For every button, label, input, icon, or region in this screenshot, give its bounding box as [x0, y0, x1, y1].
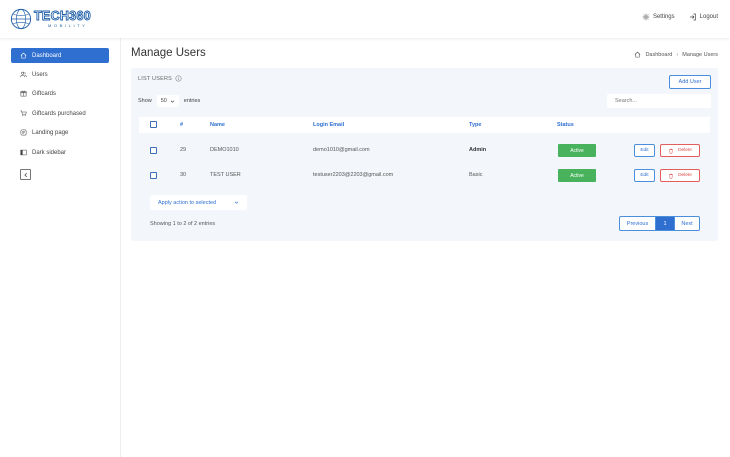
sidebar-item-giftcards[interactable]: Giftcards — [11, 86, 109, 101]
breadcrumb-current: Manage Users — [682, 51, 718, 58]
status-badge: Active — [558, 169, 596, 182]
brand-tagline: MOBILITY — [48, 22, 88, 28]
sidebar-item-label: Landing page — [32, 129, 69, 136]
search-input[interactable] — [607, 94, 711, 108]
add-user-button[interactable]: Add User — [669, 75, 711, 89]
page-title: Manage Users — [131, 47, 206, 59]
collapse-sidebar-button[interactable] — [20, 169, 31, 180]
card-title: LIST USERS — [138, 75, 182, 82]
row-type: Basic — [469, 172, 483, 178]
column-header-name[interactable]: Name — [210, 122, 225, 128]
info-icon[interactable] — [175, 75, 182, 82]
sidebar-item-label: Giftcards — [32, 90, 57, 97]
page-1-button[interactable]: 1 — [656, 216, 674, 231]
table-header: # Name Login Email Type Status — [139, 117, 710, 133]
row-name: TEST USER — [210, 172, 241, 178]
column-header-type[interactable]: Type — [469, 122, 481, 128]
status-badge: Active — [558, 144, 596, 157]
sidebar-item-dark-sidebar[interactable]: Dark sidebar — [11, 145, 109, 160]
chevron-down-icon — [234, 201, 239, 204]
entries-label: entries — [183, 98, 201, 104]
home-icon — [635, 51, 641, 58]
table-row: 30 TEST USER testuser2203@2203@gmail.com… — [139, 164, 710, 186]
delete-label: Delete — [678, 173, 692, 178]
select-all-checkbox[interactable] — [150, 121, 157, 128]
sidebar-item-label: Users — [32, 71, 48, 78]
sidebar-item-label: Giftcards purchased — [32, 110, 86, 117]
delete-button[interactable]: Delete — [660, 169, 700, 182]
sidebar-item-giftcards-purchased[interactable]: Giftcards purchased — [11, 106, 109, 121]
page-icon — [20, 129, 27, 136]
users-icon — [20, 71, 27, 78]
sidebar-item-dashboard[interactable]: Dashboard — [11, 48, 109, 63]
top-header: TECH360 MOBILITY Settings Logout — [0, 0, 730, 38]
row-email: demo1010@gmail.com — [313, 147, 370, 153]
logout-icon — [689, 13, 696, 21]
row-id: 29 — [180, 147, 187, 153]
row-name: DEMO1010 — [210, 147, 239, 153]
previous-page-button[interactable]: Previous — [619, 216, 656, 231]
page-length-select[interactable]: 50 — [156, 95, 179, 107]
show-label: Show — [138, 98, 152, 104]
row-checkbox[interactable] — [150, 172, 157, 179]
logout-link[interactable]: Logout — [689, 13, 718, 21]
delete-button[interactable]: Delete — [660, 144, 700, 157]
gift-icon — [20, 90, 27, 97]
brand-name: TECH360 — [34, 9, 92, 24]
cart-icon — [20, 110, 27, 117]
bulk-action-select[interactable]: Apply action to selected — [150, 195, 247, 210]
home-icon — [20, 52, 27, 59]
page-length-control: Show 50 entries — [138, 94, 200, 108]
pagination: Previous 1 Next — [619, 216, 700, 231]
brand-logo[interactable]: TECH360 MOBILITY — [10, 7, 91, 31]
breadcrumb: Dashboard › Manage Users — [634, 51, 718, 58]
next-page-button[interactable]: Next — [674, 216, 700, 231]
sidebar: Dashboard Users Giftcards Giftcards purc… — [0, 38, 121, 457]
sidebar-item-label: Dashboard — [32, 52, 62, 59]
breadcrumb-separator: › — [676, 51, 679, 58]
row-checkbox[interactable] — [150, 147, 157, 154]
sidebar-icon — [20, 149, 27, 156]
chevron-left-icon — [23, 172, 27, 177]
column-header-email[interactable]: Login Email — [313, 122, 344, 128]
trash-icon — [669, 148, 673, 153]
column-header-id[interactable]: # — [180, 122, 183, 128]
table-row: 29 DEMO1010 demo1010@gmail.com Admin Act… — [139, 139, 710, 161]
sidebar-item-users[interactable]: Users — [11, 67, 109, 82]
edit-button[interactable]: Edit — [634, 169, 655, 182]
chevron-down-icon — [170, 100, 175, 103]
row-type: Admin — [469, 147, 487, 153]
row-id: 30 — [180, 172, 187, 178]
card-title-text: LIST USERS — [138, 75, 172, 82]
edit-button[interactable]: Edit — [634, 144, 655, 157]
trash-icon — [669, 173, 673, 178]
column-header-status[interactable]: Status — [557, 122, 574, 128]
breadcrumb-dashboard[interactable]: Dashboard — [645, 52, 672, 58]
sidebar-item-landing-page[interactable]: Landing page — [11, 125, 109, 140]
bulk-action-label: Apply action to selected — [158, 199, 217, 206]
row-email: testuser2203@2203@gmail.com — [313, 172, 394, 178]
page-length-value: 50 — [160, 98, 167, 104]
logout-label: Logout — [699, 14, 718, 20]
sidebar-item-label: Dark sidebar — [32, 149, 67, 156]
settings-link[interactable]: Settings — [642, 13, 675, 21]
main-content: Manage Users Dashboard › Manage Users LI… — [121, 38, 730, 457]
table-info: Showing 1 to 2 of 2 entries — [150, 221, 216, 227]
settings-label: Settings — [652, 14, 675, 20]
delete-label: Delete — [678, 148, 692, 153]
list-users-card: LIST USERS Add User Show 50 entries # Na… — [131, 68, 718, 241]
globe-icon — [10, 8, 32, 30]
gear-icon — [642, 13, 650, 21]
